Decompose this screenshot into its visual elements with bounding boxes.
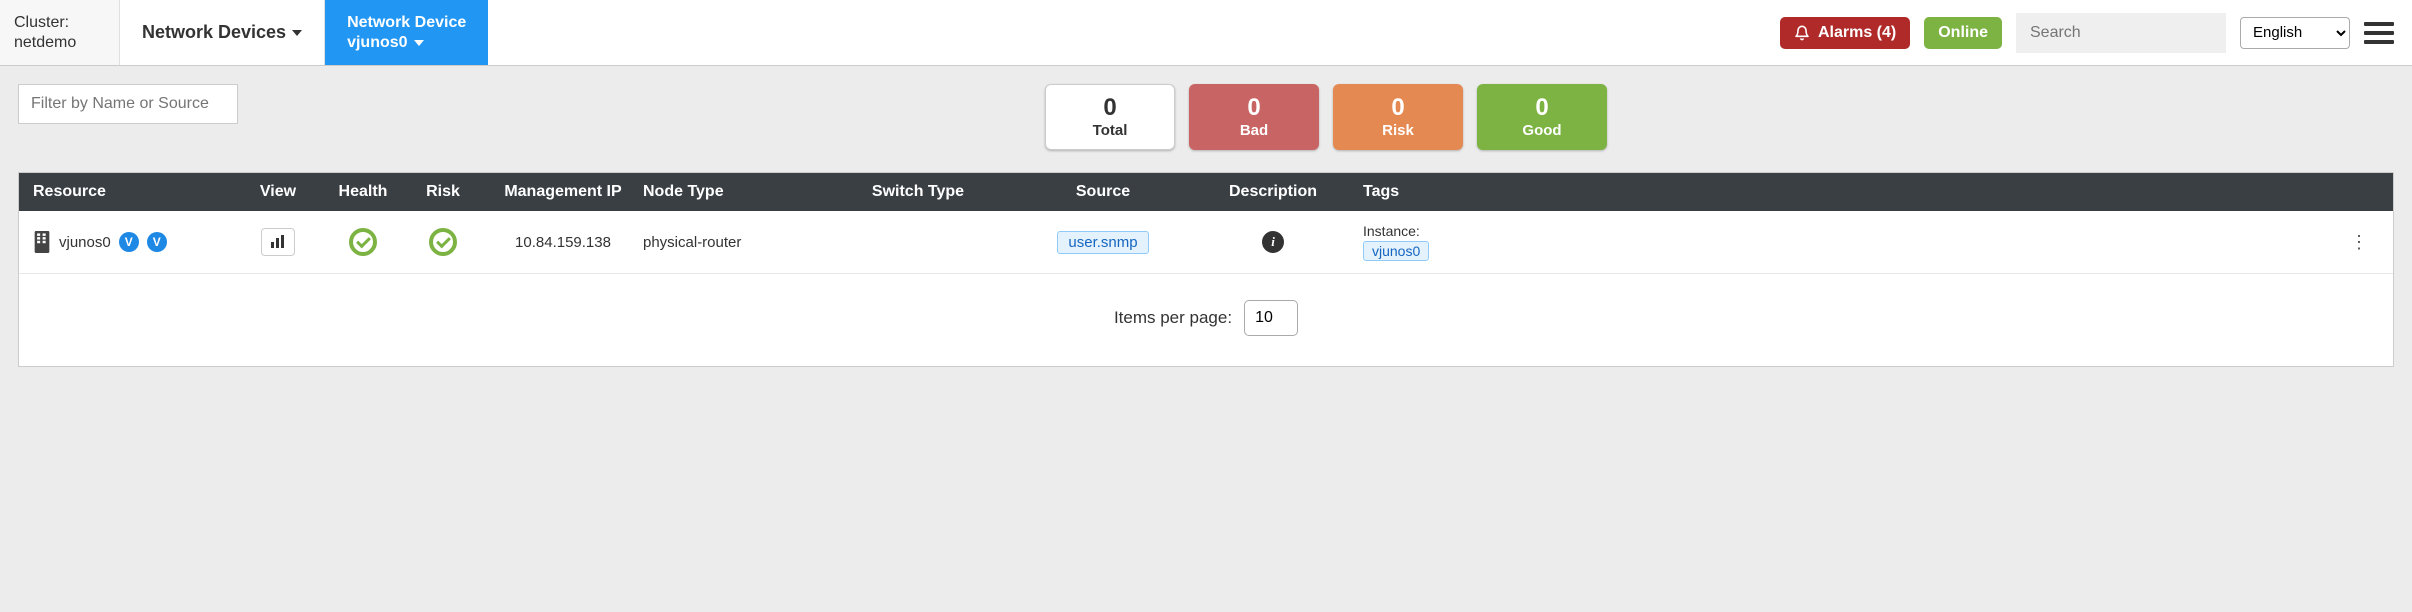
stat-good-value: 0 <box>1535 95 1548 121</box>
stat-card-good[interactable]: 0 Good <box>1477 84 1607 150</box>
filter-input[interactable] <box>18 84 238 124</box>
info-icon[interactable]: i <box>1262 231 1284 253</box>
items-per-page-label: Items per page: <box>1114 308 1232 328</box>
col-risk[interactable]: Risk <box>403 183 483 201</box>
table-row: vjunos0 V V 10.84.159.138 physical-route… <box>19 211 2393 274</box>
stat-good-label: Good <box>1522 122 1561 139</box>
content-area: 0 Total 0 Bad 0 Risk 0 Good Resource Vie… <box>0 66 2412 385</box>
col-view[interactable]: View <box>233 183 323 201</box>
col-switch[interactable]: Switch Type <box>813 183 1023 201</box>
breadcrumb-label: Network Devices <box>142 22 286 43</box>
breadcrumb-type: Network Device <box>347 13 466 34</box>
stat-total-value: 0 <box>1103 95 1116 121</box>
view-chart-button[interactable] <box>261 228 295 256</box>
bell-icon <box>1794 25 1810 41</box>
chevron-down-icon <box>292 30 302 36</box>
v-badge-icon: V <box>119 232 139 252</box>
tag-key: Instance: <box>1363 223 2339 239</box>
v-badge-icon: V <box>147 232 167 252</box>
cluster-label: Cluster: <box>14 13 105 33</box>
top-bar: Cluster: netdemo Network Devices Network… <box>0 0 2412 66</box>
row-menu-button[interactable]: ⋮ <box>2350 232 2368 252</box>
stat-bad-value: 0 <box>1247 95 1260 121</box>
col-resource[interactable]: Resource <box>33 183 233 201</box>
breadcrumb-network-device-selected[interactable]: Network Device vjunos0 <box>325 0 488 65</box>
device-icon <box>33 231 51 253</box>
col-desc[interactable]: Description <box>1183 183 1363 201</box>
risk-ok-icon <box>429 228 457 256</box>
resource-name[interactable]: vjunos0 <box>59 234 111 251</box>
stat-risk-label: Risk <box>1382 122 1414 139</box>
breadcrumb-network-devices[interactable]: Network Devices <box>120 0 325 65</box>
col-tags[interactable]: Tags <box>1363 183 2339 201</box>
management-ip: 10.84.159.138 <box>483 234 643 251</box>
hamburger-menu-icon[interactable] <box>2364 22 2394 44</box>
stat-total-label: Total <box>1093 122 1128 139</box>
chevron-down-icon <box>414 40 424 46</box>
stat-card-total[interactable]: 0 Total <box>1045 84 1175 150</box>
col-health[interactable]: Health <box>323 183 403 201</box>
stat-card-risk[interactable]: 0 Risk <box>1333 84 1463 150</box>
table-header: Resource View Health Risk Management IP … <box>19 173 2393 211</box>
col-source[interactable]: Source <box>1023 183 1183 201</box>
header-right: Alarms (4) Online English <box>1762 0 2412 65</box>
bar-chart-icon <box>270 235 286 249</box>
stat-risk-value: 0 <box>1391 95 1404 121</box>
alarms-button[interactable]: Alarms (4) <box>1780 17 1910 49</box>
source-tag[interactable]: user.snmp <box>1057 231 1148 254</box>
col-ip[interactable]: Management IP <box>483 183 643 201</box>
pagination: Items per page: <box>19 274 2393 366</box>
tag-value[interactable]: vjunos0 <box>1363 241 1429 261</box>
language-select[interactable]: English <box>2240 17 2350 49</box>
col-node[interactable]: Node Type <box>643 183 813 201</box>
stat-bad-label: Bad <box>1240 122 1268 139</box>
resources-table: Resource View Health Risk Management IP … <box>18 172 2394 367</box>
search-input[interactable] <box>2030 24 2237 42</box>
online-button[interactable]: Online <box>1924 17 2002 49</box>
node-type: physical-router <box>643 234 813 251</box>
breadcrumb-device-name: vjunos0 <box>347 34 407 52</box>
online-label: Online <box>1938 24 1988 41</box>
items-per-page-input[interactable] <box>1244 300 1298 336</box>
cluster-name: netdemo <box>14 33 105 53</box>
health-ok-icon <box>349 228 377 256</box>
alarms-label: Alarms (4) <box>1818 24 1896 42</box>
stat-cards: 0 Total 0 Bad 0 Risk 0 Good <box>1045 84 1607 150</box>
cluster-block: Cluster: netdemo <box>0 0 120 65</box>
search-box[interactable] <box>2016 13 2226 53</box>
stat-card-bad[interactable]: 0 Bad <box>1189 84 1319 150</box>
